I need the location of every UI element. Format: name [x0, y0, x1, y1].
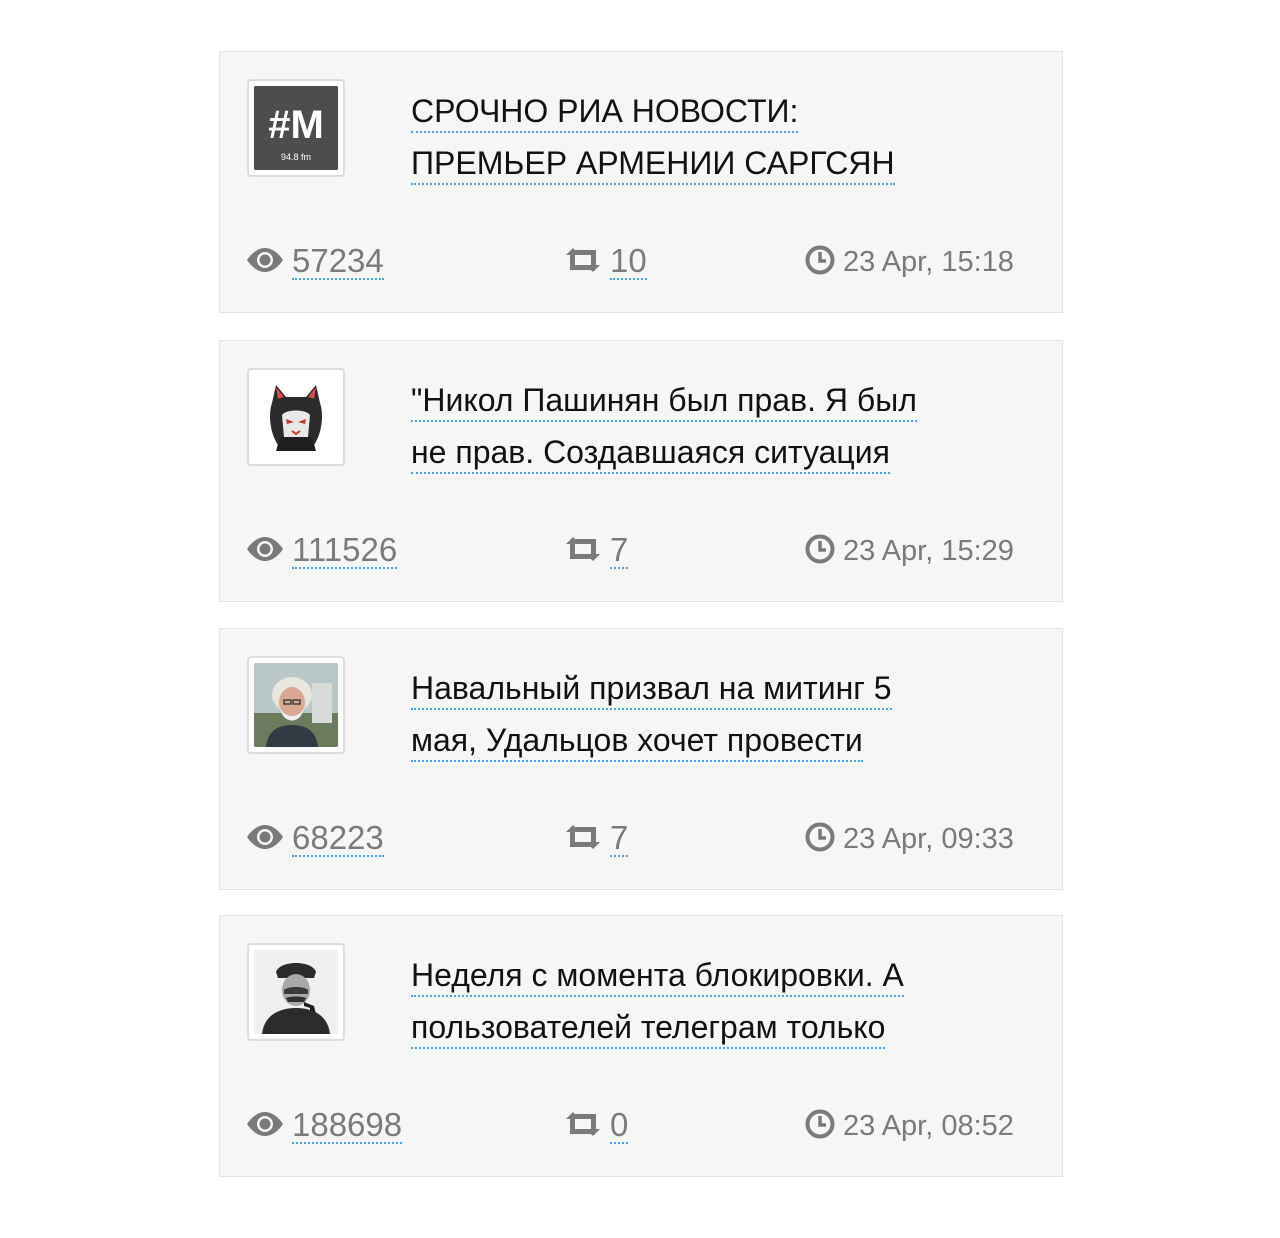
channel-avatar[interactable] — [247, 368, 345, 466]
avatar-logo-text: #M — [268, 103, 324, 147]
radio-m-logo-icon: #M 94.8 fm — [254, 86, 338, 170]
repost-icon — [564, 1111, 602, 1142]
date-stat: 23 Apr, 15:29 — [805, 529, 1014, 573]
reposts-stat: 10 — [564, 240, 647, 284]
eye-icon — [246, 824, 284, 854]
reposts-stat: 0 — [564, 1104, 629, 1148]
post-title-line[interactable]: СРОЧНО РИА НОВОСТИ: — [411, 93, 799, 133]
post-title-line[interactable]: не прав. Создавшаяся ситуация — [411, 434, 890, 474]
views-stat: 111526 — [246, 529, 398, 573]
views-stat: 68223 — [246, 817, 384, 861]
man-with-pipe-photo-icon — [254, 950, 338, 1034]
hooded-cat-icon — [254, 375, 338, 459]
post-title-line[interactable]: пользователей телеграм только — [411, 1009, 886, 1049]
avatar-logo-subtext: 94.8 fm — [281, 152, 311, 162]
post-title: "Никол Пашинян был прав. Я был не прав. … — [411, 374, 991, 478]
post-card: #M 94.8 fm СРОЧНО РИА НОВОСТИ: ПРЕМЬЕР А… — [219, 51, 1063, 313]
post-stats: 57234 10 23 Apr, 15:18 — [220, 240, 1062, 284]
post-card: Неделя с момента блокировки. А пользоват… — [219, 915, 1063, 1177]
views-count[interactable]: 188698 — [292, 1108, 403, 1144]
post-stats: 68223 7 23 Apr, 09:33 — [220, 817, 1062, 861]
reposts-stat: 7 — [564, 817, 629, 861]
channel-avatar[interactable] — [247, 656, 345, 754]
post-card: Навальный призвал на митинг 5 мая, Удаль… — [219, 628, 1063, 890]
reposts-stat: 7 — [564, 529, 629, 573]
reposts-count[interactable]: 7 — [610, 533, 629, 569]
date-stat: 23 Apr, 15:18 — [805, 240, 1014, 284]
post-date: 23 Apr, 08:52 — [843, 1109, 1014, 1142]
channel-avatar[interactable]: #M 94.8 fm — [247, 79, 345, 177]
post-stats: 111526 7 23 Apr, 15:29 — [220, 529, 1062, 573]
clock-icon — [805, 245, 835, 280]
post-date: 23 Apr, 15:18 — [843, 245, 1014, 278]
post-title-line[interactable]: Навальный призвал на митинг 5 — [411, 670, 892, 710]
post-title-line[interactable]: ПРЕМЬЕР АРМЕНИИ САРГСЯН — [411, 145, 895, 185]
repost-icon — [564, 824, 602, 855]
post-title-line[interactable]: мая, Удальцов хочет провести — [411, 722, 863, 762]
reposts-count[interactable]: 0 — [610, 1108, 629, 1144]
eye-icon — [246, 1111, 284, 1141]
date-stat: 23 Apr, 08:52 — [805, 1104, 1014, 1148]
repost-icon — [564, 247, 602, 278]
post-title-line[interactable]: Неделя с момента блокировки. А — [411, 957, 904, 997]
post-title: Навальный призвал на митинг 5 мая, Удаль… — [411, 662, 991, 766]
bearded-man-photo-icon — [254, 663, 338, 747]
repost-icon — [564, 536, 602, 567]
clock-icon — [805, 534, 835, 569]
clock-icon — [805, 1109, 835, 1144]
reposts-count[interactable]: 10 — [610, 244, 647, 280]
channel-avatar[interactable] — [247, 943, 345, 1041]
views-count[interactable]: 57234 — [292, 244, 384, 280]
views-stat: 57234 — [246, 240, 384, 284]
post-card: "Никол Пашинян был прав. Я был не прав. … — [219, 340, 1063, 602]
clock-icon — [805, 822, 835, 857]
views-count[interactable]: 111526 — [292, 533, 398, 569]
reposts-count[interactable]: 7 — [610, 821, 629, 857]
eye-icon — [246, 247, 284, 277]
post-title: Неделя с момента блокировки. А пользоват… — [411, 949, 991, 1053]
post-date: 23 Apr, 15:29 — [843, 534, 1014, 567]
eye-icon — [246, 536, 284, 566]
post-stats: 188698 0 23 Apr, 08:52 — [220, 1104, 1062, 1148]
post-title-line[interactable]: "Никол Пашинян был прав. Я был — [411, 382, 917, 422]
views-stat: 188698 — [246, 1104, 403, 1148]
views-count[interactable]: 68223 — [292, 821, 384, 857]
post-date: 23 Apr, 09:33 — [843, 822, 1014, 855]
date-stat: 23 Apr, 09:33 — [805, 817, 1014, 861]
post-title: СРОЧНО РИА НОВОСТИ: ПРЕМЬЕР АРМЕНИИ САРГ… — [411, 85, 991, 189]
